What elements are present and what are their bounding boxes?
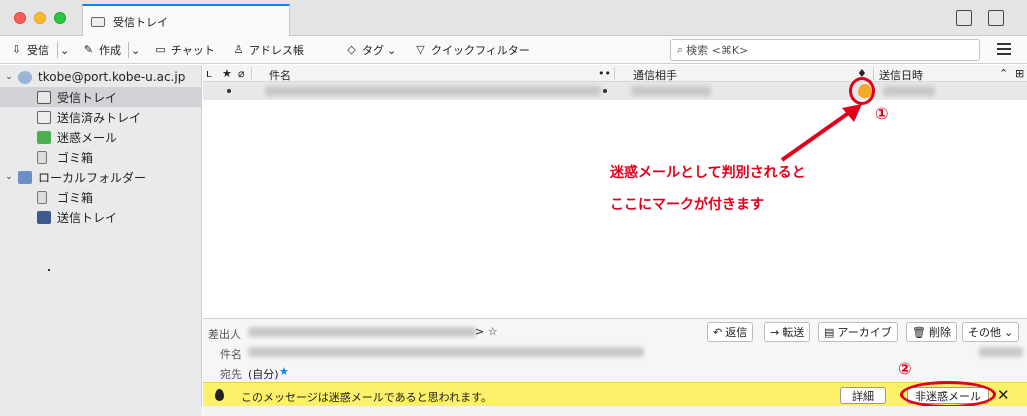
more-button[interactable]: その他 ⌄: [962, 322, 1020, 342]
marker-2: ②: [898, 359, 912, 378]
close-icon[interactable]: ✕: [997, 386, 1010, 404]
junk-notification-bar: このメッセージは迷惑メールであると思われます。 詳細 非迷惑メール ✕: [203, 381, 1027, 408]
junk-flame-icon: [215, 389, 224, 401]
annotation-line-1: 迷惑メールとして判別されると: [610, 165, 806, 181]
header-date-value: [979, 347, 1023, 357]
star-filled-icon[interactable]: ★: [279, 365, 289, 378]
arrow-head: [842, 104, 862, 122]
delete-label: 削除: [928, 326, 951, 339]
status-strip: [203, 406, 1027, 416]
message-header-pane: 差出人 > ☆ ↶ 返信 → 転送 ▤ アーカイブ 🗑 削除 その他 ⌄ 件名 …: [203, 318, 1027, 382]
star-outline-icon[interactable]: > ☆: [475, 325, 498, 338]
annotation-line-2: ここにマークが付きます: [610, 197, 764, 213]
highlight-circle: [900, 381, 996, 408]
more-label: その他: [968, 326, 1001, 339]
reply-button[interactable]: ↶ 返信: [707, 322, 754, 342]
subject-value: [248, 347, 644, 357]
forward-icon: →: [770, 325, 780, 339]
archive-label: アーカイブ: [837, 326, 892, 339]
junk-message: このメッセージは迷惑メールであると思われます。: [241, 391, 493, 404]
subject-label: 件名: [220, 348, 242, 361]
from-label: 差出人: [208, 328, 241, 341]
forward-label: 転送: [782, 326, 805, 339]
to-value[interactable]: (自分): [248, 366, 279, 382]
archive-button[interactable]: ▤ アーカイブ: [818, 322, 898, 342]
trash-icon: 🗑: [912, 325, 926, 339]
details-button[interactable]: 詳細: [840, 387, 886, 404]
from-value[interactable]: [248, 327, 476, 337]
delete-button[interactable]: 🗑 削除: [906, 322, 957, 342]
arrow-line: [780, 110, 852, 162]
chevron-down-icon: ⌄: [1004, 325, 1014, 339]
reply-label: 返信: [725, 326, 748, 339]
forward-button[interactable]: → 転送: [764, 322, 811, 342]
marker-1: ①: [875, 104, 889, 123]
reply-icon: ↶: [713, 325, 723, 339]
archive-icon: ▤: [824, 325, 835, 339]
to-label: 宛先: [220, 368, 242, 381]
